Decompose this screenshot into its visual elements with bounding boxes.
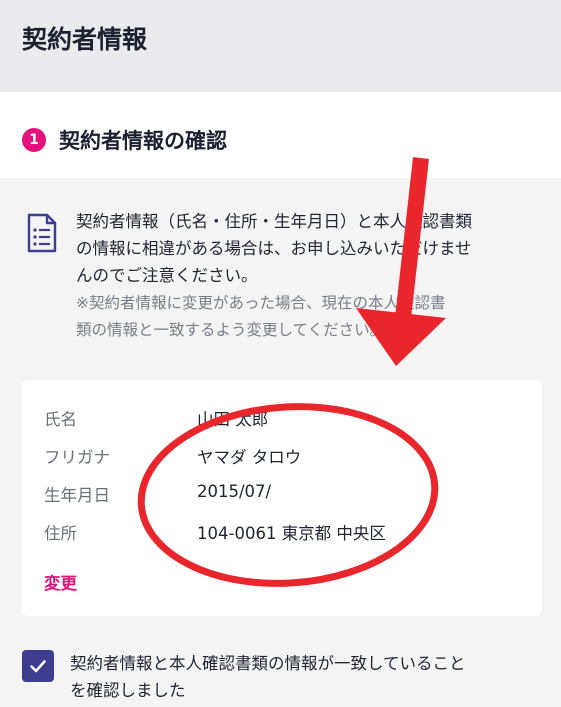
notice-line: んのでご注意ください。: [76, 266, 258, 285]
page-header: 契約者情報: [0, 0, 561, 92]
birthdate-label: 生年月日: [44, 486, 110, 505]
section-header: 1 契約者情報の確認: [0, 92, 561, 178]
confirm-checkbox[interactable]: [22, 650, 54, 682]
notice-text: 契約者情報（氏名・住所・生年月日）と本人確認書類 の情報に相違がある場合は、お申…: [76, 208, 536, 289]
notice-line: の情報に相違がある場合は、お申し込みいただけませ: [76, 239, 472, 258]
confirm-label-line: を確認しました: [70, 681, 186, 700]
furigana-label: フリガナ: [44, 448, 110, 467]
notice-subtext: ※契約者情報に変更があった場合、現在の本人確認書 類の情報と一致するよう変更して…: [76, 290, 536, 344]
notice-sub-line: ※契約者情報に変更があった場合、現在の本人確認書: [76, 294, 446, 312]
step-number-badge: 1: [22, 128, 46, 152]
notice-block: 契約者情報（氏名・住所・生年月日）と本人確認書類 の情報に相違がある場合は、お申…: [0, 178, 561, 378]
notice-sub-line: 類の情報と一致するよう変更してください。: [76, 321, 386, 339]
name-value: 山田 太郎: [197, 410, 269, 429]
notice-line: 契約者情報（氏名・住所・生年月日）と本人確認書類: [76, 212, 472, 231]
section-title: 契約者情報の確認: [59, 129, 227, 153]
confirm-label-line: 契約者情報と本人確認書類の情報が一致していること: [70, 654, 466, 673]
address-label: 住所: [44, 524, 77, 543]
furigana-value: ヤマダ タロウ: [197, 448, 302, 467]
name-label: 氏名: [44, 410, 77, 429]
contract-info-card: 氏名 山田 太郎 フリガナ ヤマダ タロウ 生年月日 2015/07/ 住所 1…: [22, 380, 542, 616]
document-list-icon: [27, 213, 57, 253]
address-value: 104-0061 東京都 中央区: [197, 524, 386, 543]
edit-link[interactable]: 変更: [44, 570, 77, 594]
birthdate-value: 2015/07/: [197, 482, 272, 501]
confirm-label[interactable]: 契約者情報と本人確認書類の情報が一致していること を確認しました: [70, 650, 540, 704]
check-icon: [30, 660, 46, 673]
page-title: 契約者情報: [22, 25, 148, 54]
